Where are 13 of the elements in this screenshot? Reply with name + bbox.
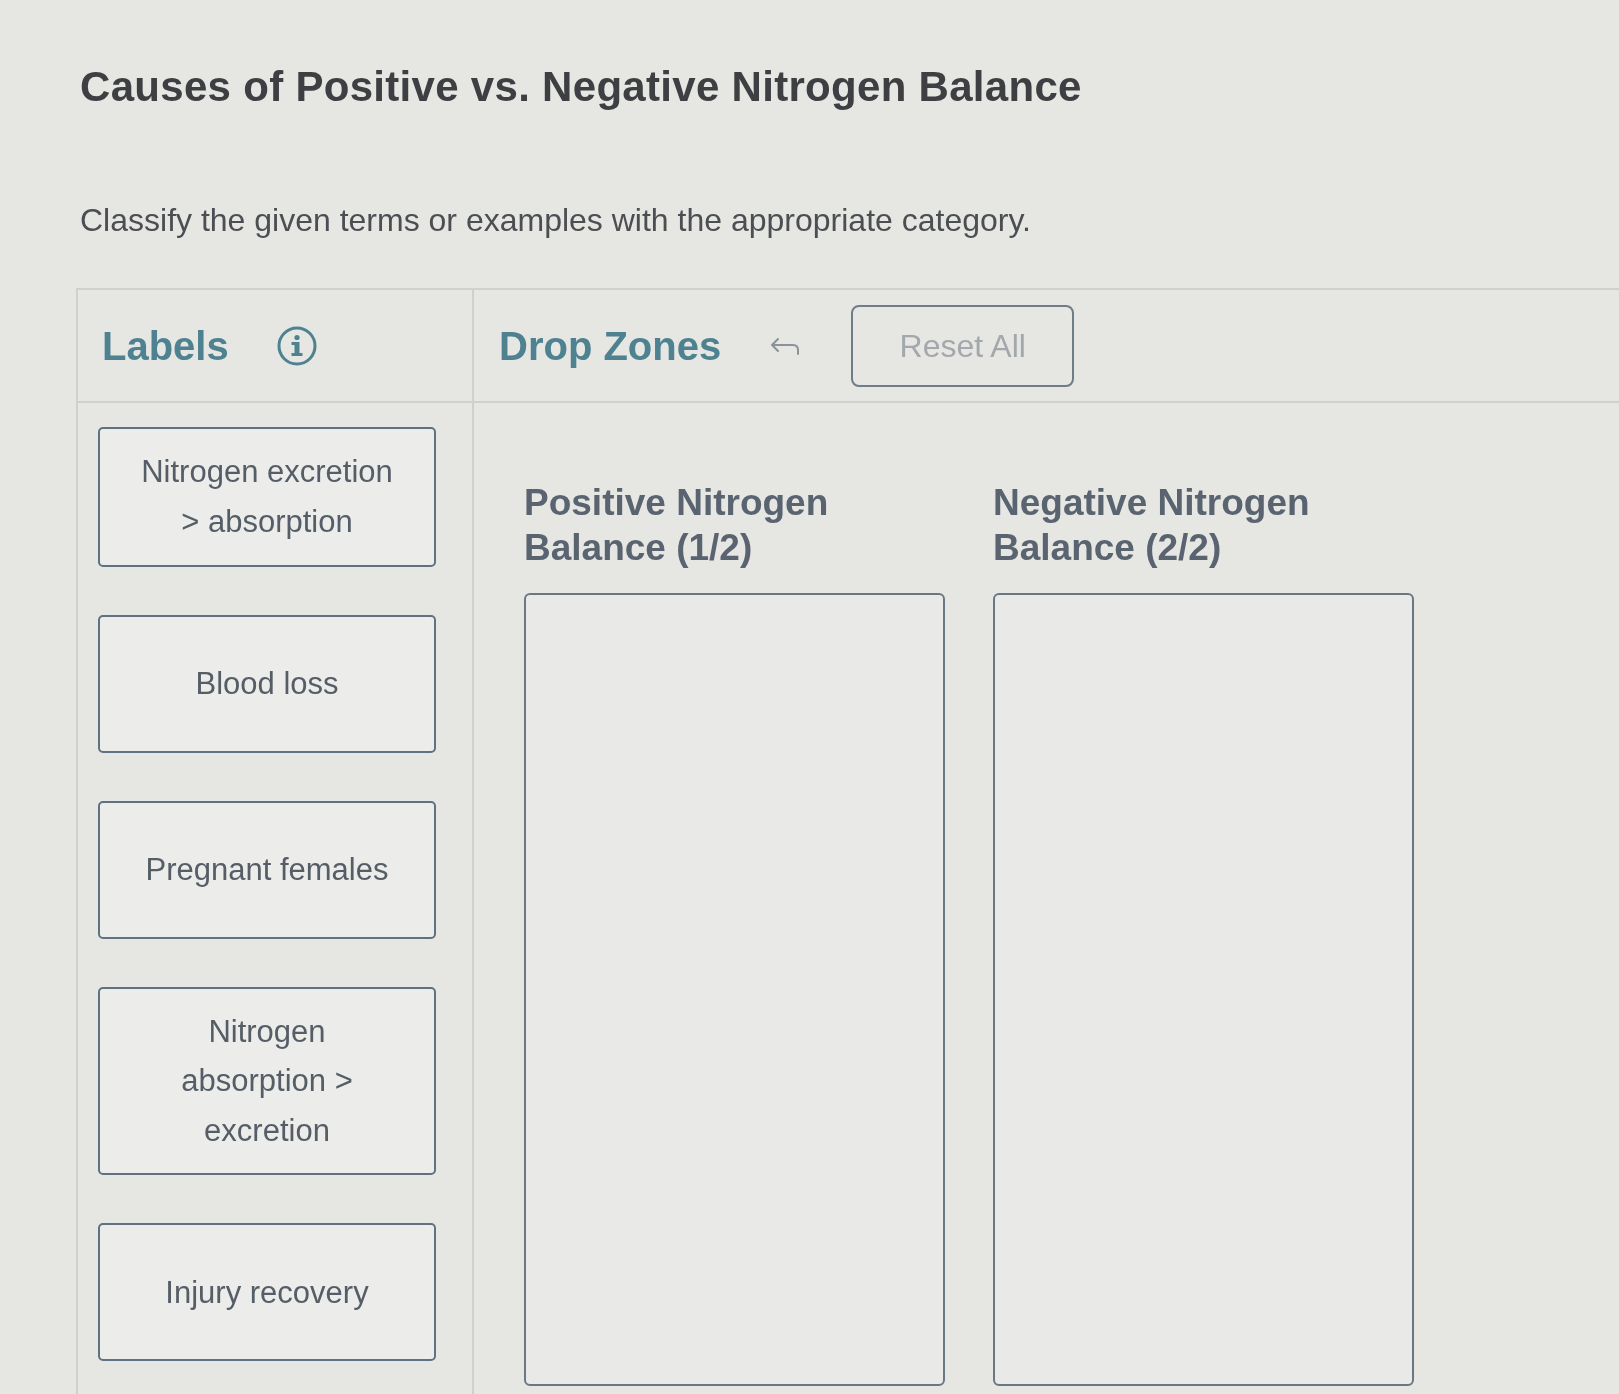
info-icon[interactable]: [276, 325, 317, 366]
draggable-label[interactable]: Nitrogen excretion > absorption: [98, 427, 436, 567]
draggable-label[interactable]: Injury recovery: [98, 1223, 436, 1362]
draggable-label[interactable]: Pregnant females: [98, 800, 436, 939]
labels-heading: Labels: [102, 322, 229, 370]
drop-zone-title: Positive Nitrogen Balance (1/2): [524, 481, 830, 570]
instructions-text: Classify the given terms or examples with the appropriate category.: [80, 201, 1032, 241]
draggable-label[interactable]: Nitrogen absorption > excretion: [98, 986, 436, 1176]
drop-zone-title: Negative Nitrogen Balance (2/2): [993, 481, 1311, 570]
page-title: Causes of Positive vs. Negative Nitrogen Balance: [80, 62, 1083, 112]
draggable-label[interactable]: Blood loss: [98, 614, 436, 753]
drop-zones-heading: Drop Zones: [499, 322, 722, 370]
undo-icon[interactable]: [769, 335, 802, 356]
